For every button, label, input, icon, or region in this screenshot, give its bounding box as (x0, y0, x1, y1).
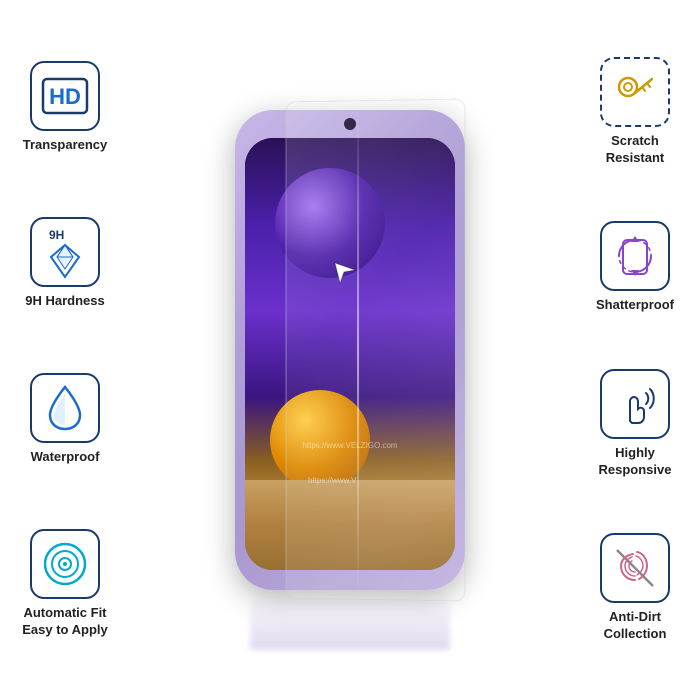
scratch-label: Scratch Resistant (606, 133, 665, 167)
responsive-icon-box (600, 369, 670, 439)
feature-auto-fit: Automatic Fit Easy to Apply (22, 529, 107, 639)
hd-label: Transparency (23, 137, 108, 154)
auto-fit-label: Automatic Fit Easy to Apply (22, 605, 107, 639)
feature-anti-dirt: Anti-Dirt Collection (600, 533, 670, 643)
anti-dirt-icon-box (600, 533, 670, 603)
phone-body: https://www.VELZIGO.com https://www.V (235, 110, 465, 590)
left-features-panel: HD Transparency 9H 9H Hardness (0, 0, 130, 700)
feature-highly-responsive: Highly Responsive (599, 369, 672, 479)
svg-text:9H: 9H (49, 228, 64, 242)
svg-text:HD: HD (49, 84, 81, 109)
rotate-phone-icon (609, 230, 661, 282)
feature-waterproof: Waterproof (30, 373, 100, 466)
shatterproof-icon-box (600, 221, 670, 291)
feature-9h-hardness: 9H 9H Hardness (25, 217, 104, 310)
feature-shatterproof: Shatterproof (596, 221, 674, 314)
screen-content: https://www.VELZIGO.com https://www.V (245, 138, 455, 570)
9h-label: 9H Hardness (25, 293, 104, 310)
responsive-label: Highly Responsive (599, 445, 672, 479)
anti-dirt-label: Anti-Dirt Collection (604, 609, 667, 643)
feature-scratch-resistant: Scratch Resistant (600, 57, 670, 167)
diamond-icon: 9H (39, 225, 91, 280)
target-icon (39, 538, 91, 590)
shatterproof-label: Shatterproof (596, 297, 674, 314)
phone-notch (344, 118, 356, 130)
waterproof-icon-box (30, 373, 100, 443)
phone-reflection (250, 590, 450, 650)
auto-fit-icon-box (30, 529, 100, 599)
phone-area: https://www.VELZIGO.com https://www.V (130, 0, 570, 700)
fingerprint-icon (609, 542, 661, 594)
waterproof-label: Waterproof (31, 449, 100, 466)
main-container: HD Transparency 9H 9H Hardness (0, 0, 700, 700)
touch-icon (610, 379, 660, 429)
key-icon (614, 71, 656, 113)
phone-wrapper: https://www.VELZIGO.com https://www.V (235, 110, 465, 590)
right-features-panel: Scratch Resistant Shatterproof (570, 0, 700, 700)
wood-area (245, 480, 455, 570)
hd-icon-box: HD (30, 61, 100, 131)
watermark-text2: https://www.V (308, 476, 356, 485)
phone-screen: https://www.VELZIGO.com https://www.V (245, 138, 455, 570)
9h-icon-box: 9H (30, 217, 100, 287)
scratch-icon-box (600, 57, 670, 127)
hd-icon: HD (41, 77, 89, 115)
cursor-arrow (330, 258, 360, 288)
drop-icon (46, 383, 84, 433)
watermark-text: https://www.VELZIGO.com (302, 441, 397, 450)
orange-ball (270, 390, 370, 490)
feature-hd-transparency: HD Transparency (23, 61, 108, 154)
